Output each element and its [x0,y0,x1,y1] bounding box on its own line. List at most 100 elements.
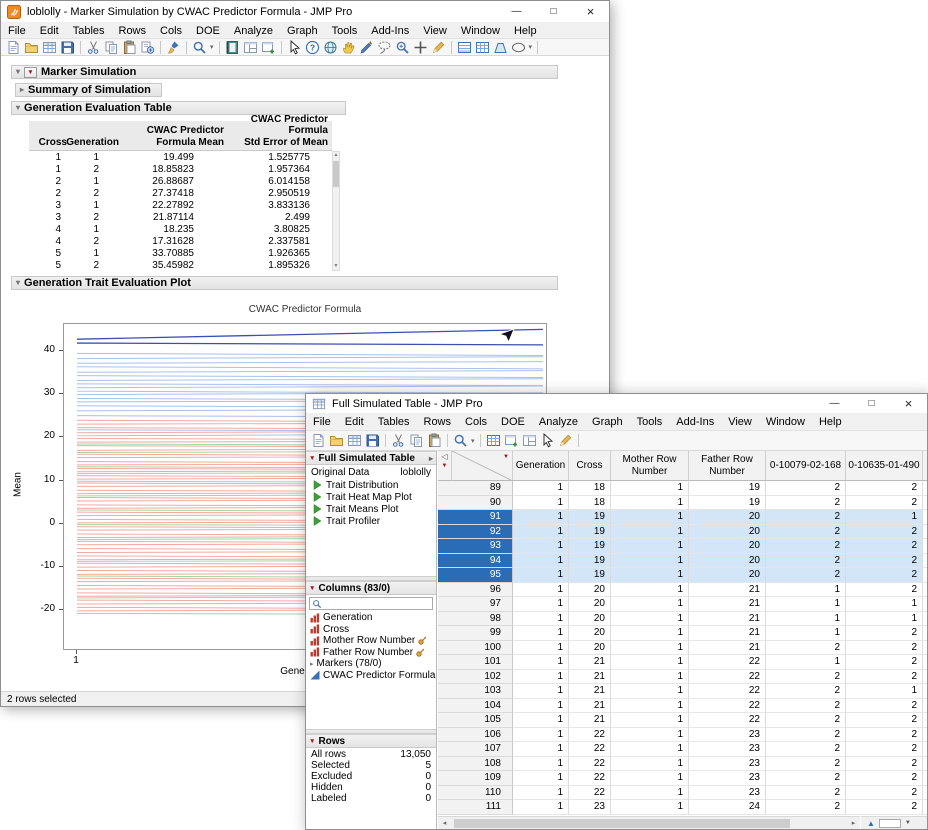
disclosure-closed-icon[interactable]: ▸ [20,86,24,94]
grid-cell[interactable]: 20 [689,539,766,554]
horizontal-scrollbar[interactable]: ◂ ▸ [438,816,860,829]
grid-cell[interactable]: 2 [766,713,846,728]
grid-cell[interactable]: 1 [766,655,846,670]
grid-row[interactable]: 9411912022 [438,554,927,569]
grid-cell[interactable]: 21 [569,684,611,699]
grid-cell[interactable]: 2 [846,757,923,772]
row-number-cell[interactable]: 103 [438,684,513,699]
grid-cell[interactable]: 21 [689,626,766,641]
grid-row[interactable]: 10012012122 [438,641,927,656]
grid-cell[interactable]: 1 [766,597,846,612]
grid-row[interactable]: 11012212322 [438,786,927,801]
grid-cell[interactable]: 20 [569,612,611,627]
rows-panel-header[interactable]: ▼ Rows [306,734,436,748]
grid-cell[interactable]: 19 [569,539,611,554]
column-list-item[interactable]: Mother Row Number [306,635,436,647]
grid-row[interactable]: 11112312422 [438,800,927,815]
grid-row[interactable]: 9111912021 [438,510,927,525]
grid-cell[interactable]: 1 [611,655,689,670]
grid-cell[interactable]: 1 [611,539,689,554]
dropdown-caret-icon[interactable]: ▾ [209,43,215,51]
dropdown-caret-icon[interactable]: ▾ [470,437,476,445]
grid-cell[interactable]: 1 [513,597,569,612]
grid-corner[interactable]: ▼ [452,451,513,481]
grid-row[interactable]: 10112112212 [438,655,927,670]
eval-table-row[interactable]: 2227.374182.950519 [29,187,340,199]
grid-cell[interactable]: 1 [513,626,569,641]
grid-cell[interactable]: 1 [513,583,569,598]
main-menu-edit[interactable]: Edit [33,23,66,38]
grid-row[interactable]: 10912212322 [438,771,927,786]
paste-icon[interactable] [426,433,443,449]
grid-cell[interactable]: 1 [846,597,923,612]
grid-cell[interactable]: 2 [846,641,923,656]
grid-cell[interactable]: 18 [569,481,611,496]
grid-cell[interactable]: 2 [766,554,846,569]
main-menu-add-ins[interactable]: Add-Ins [364,23,416,38]
eval-table-row[interactable]: 1119.4991.525775 [29,151,340,163]
column-list-item[interactable]: Cross [306,624,436,636]
row-number-cell[interactable]: 97 [438,597,513,612]
layout-icon[interactable] [242,39,259,55]
grid-cell[interactable]: 21 [569,699,611,714]
table-menu-doe[interactable]: DOE [494,414,532,430]
grid-cell[interactable]: 2 [766,539,846,554]
eval-table-row[interactable]: 4118.2353.80825 [29,223,340,235]
grid-cell[interactable]: 23 [689,742,766,757]
main-menu-tools[interactable]: Tools [325,23,365,38]
grid-cell[interactable]: 1 [513,568,569,583]
copy-icon[interactable] [103,39,120,55]
eval-table-row[interactable]: 5133.708851.926365 [29,247,340,259]
grid-cell[interactable]: 1 [846,684,923,699]
grid-cell[interactable]: 22 [569,786,611,801]
grid-cell[interactable]: 2 [846,626,923,641]
eval-table-row[interactable]: 2126.886876.014158 [29,175,340,187]
grid-cell[interactable]: 20 [689,554,766,569]
grid-cell[interactable]: 2 [766,641,846,656]
row-number-cell[interactable]: 106 [438,728,513,743]
report-shape-icon[interactable] [492,39,509,55]
grid-cell[interactable]: 2 [846,800,923,815]
row-number-cell[interactable]: 110 [438,786,513,801]
grid-col-header[interactable]: 0-10635-01-490 [846,451,923,481]
grid-cell[interactable]: 1 [611,525,689,540]
minimize-button[interactable]: — [816,394,853,413]
grid-cell[interactable]: 1 [513,481,569,496]
table-script-item[interactable]: Trait Profiler [306,515,436,527]
main-menu-file[interactable]: File [1,23,33,38]
scroll-right-icon[interactable]: ▸ [847,820,860,827]
main-menu-doe[interactable]: DOE [189,23,227,38]
grid-cell[interactable]: 1 [513,612,569,627]
row-number-cell[interactable]: 98 [438,612,513,627]
grid-cell[interactable]: 18 [569,496,611,511]
grid-cell[interactable]: 22 [689,670,766,685]
grid-cell[interactable]: 2 [766,568,846,583]
collapse-panel-icon[interactable]: ◁ [441,452,447,462]
grid-row[interactable]: 10812212322 [438,757,927,772]
grabber-icon[interactable] [340,39,357,55]
paste-icon[interactable] [121,39,138,55]
grid-cell[interactable]: 21 [689,597,766,612]
grid-cell[interactable]: 21 [689,583,766,598]
grid-cell[interactable]: 2 [766,525,846,540]
grid-cell[interactable]: 23 [689,771,766,786]
grid-cell[interactable]: 1 [846,510,923,525]
grid-col-header[interactable]: Cross [569,451,611,481]
column-list-item[interactable]: ▸Markers (78/0) [306,658,436,670]
scroll-top-widget[interactable]: ▲ [867,819,875,828]
new-doc-icon[interactable] [5,39,22,55]
scroll-left-icon[interactable]: ◂ [438,820,451,827]
annotate-icon[interactable] [430,39,447,55]
main-menu-cols[interactable]: Cols [153,23,189,38]
table-menu-view[interactable]: View [721,414,759,430]
eval-table-row[interactable]: 3221.871142.499 [29,211,340,223]
cut-icon[interactable] [390,433,407,449]
grid-cell[interactable]: 2 [766,684,846,699]
grid-cell[interactable]: 1 [513,771,569,786]
grid-cell[interactable]: 19 [569,525,611,540]
grid-cell[interactable]: 1 [611,568,689,583]
grid-cell[interactable]: 1 [611,496,689,511]
copy-icon[interactable] [408,433,425,449]
grid-cell[interactable]: 19 [569,568,611,583]
outline-generation-trait-plot[interactable]: ▾ Generation Trait Evaluation Plot [11,276,558,290]
